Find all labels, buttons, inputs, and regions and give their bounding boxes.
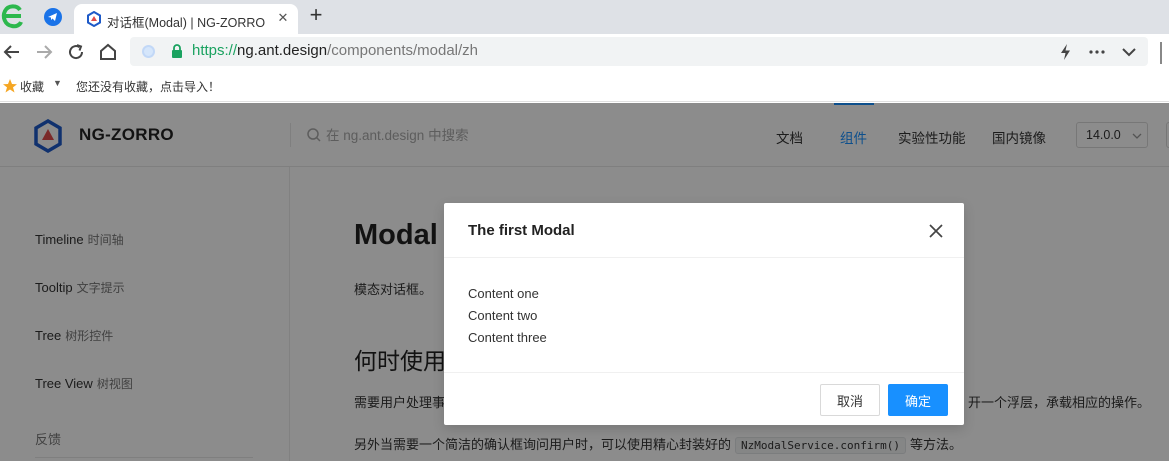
- site-info-icon[interactable]: [142, 45, 155, 58]
- browser-toolbar: https://ng.ant.design/components/modal/z…: [0, 34, 1169, 70]
- lightning-icon[interactable]: [1055, 41, 1077, 63]
- browser-tab-active[interactable]: 对话框(Modal) | NG-ZORRO ✕: [74, 4, 298, 34]
- modal-footer: 取消 确定: [444, 372, 964, 425]
- home-icon[interactable]: [96, 40, 120, 64]
- modal-content-line: Content one: [468, 286, 539, 301]
- bookmarks-import-link[interactable]: 您还没有收藏，点击导入！: [76, 78, 220, 95]
- bookmarks-bar: 收藏 ▼ 您还没有收藏，点击导入！: [0, 70, 1169, 102]
- close-icon[interactable]: [924, 219, 948, 243]
- browser-side-panel-handle[interactable]: [1160, 42, 1169, 64]
- ng-zorro-favicon: [87, 11, 101, 27]
- ok-button[interactable]: 确定: [888, 384, 948, 416]
- browser-tab-bar: 对话框(Modal) | NG-ZORRO ✕ +: [0, 0, 1169, 34]
- lock-icon[interactable]: [170, 44, 184, 58]
- address-bar[interactable]: https://ng.ant.design/components/modal/z…: [130, 37, 1148, 66]
- cancel-button[interactable]: 取消: [820, 384, 880, 416]
- browser-logo-icon[interactable]: [0, 2, 26, 30]
- tab-close-icon[interactable]: ✕: [274, 9, 292, 27]
- telegram-icon[interactable]: [44, 8, 62, 26]
- star-icon[interactable]: [2, 78, 18, 94]
- modal-title: The first Modal: [468, 222, 575, 239]
- reload-icon[interactable]: [64, 40, 88, 64]
- modal-content-line: Content three: [468, 330, 547, 345]
- bookmarks-dropdown-icon[interactable]: ▼: [53, 78, 62, 88]
- bookmarks-label[interactable]: 收藏: [20, 78, 44, 95]
- chevron-down-icon[interactable]: [1118, 41, 1140, 63]
- modal-content-line: Content two: [468, 308, 538, 323]
- back-arrow-icon[interactable]: [0, 40, 24, 64]
- modal-header: The first Modal: [444, 203, 964, 258]
- url-text[interactable]: https://ng.ant.design/components/modal/z…: [192, 42, 478, 59]
- modal-body: Content one Content two Content three: [468, 283, 547, 349]
- tab-title: 对话框(Modal) | NG-ZORRO: [107, 16, 266, 30]
- more-icon[interactable]: [1086, 41, 1108, 63]
- forward-arrow-icon[interactable]: [32, 40, 56, 64]
- new-tab-button[interactable]: +: [305, 4, 327, 26]
- modal-dialog: The first Modal Content one Content two …: [444, 203, 964, 425]
